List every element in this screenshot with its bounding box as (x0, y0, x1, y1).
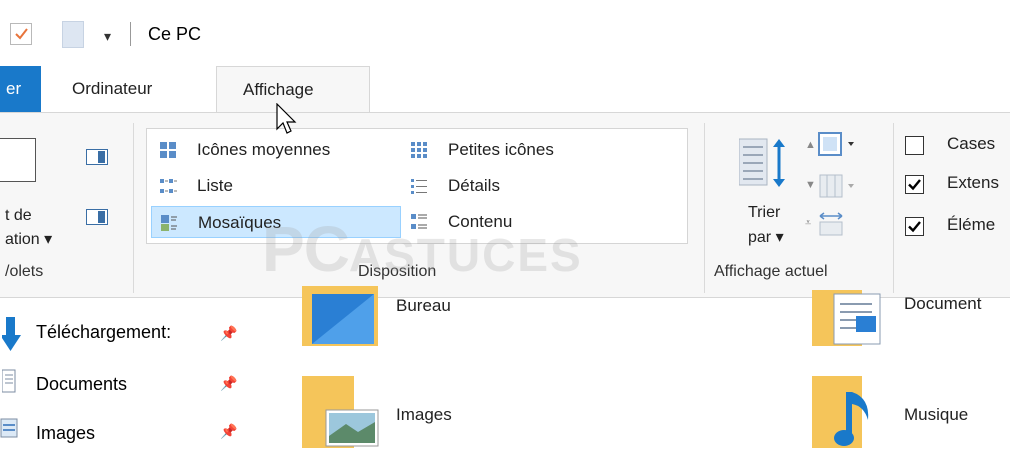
layout-details[interactable]: Détails (402, 170, 652, 202)
nav-item-documents[interactable]: Documents (36, 374, 127, 395)
list-icon (160, 179, 177, 193)
documents-folder-icon (812, 290, 881, 346)
file-explorer-window: ▾ Ce PC er Ordinateur Affichage t de ati… (0, 0, 1010, 452)
details-icon (411, 179, 427, 194)
quick-access-dropdown[interactable]: ▾ (104, 29, 111, 43)
checkbox-cases-label[interactable]: Cases (947, 134, 995, 154)
window-title: Ce PC (148, 24, 202, 44)
nav-item-images[interactable]: Images (36, 423, 95, 444)
sort-by-icon[interactable] (739, 137, 791, 189)
group-label-current-view: Affichage actuel (714, 263, 828, 280)
preview-pane-icon[interactable] (86, 149, 108, 165)
group-divider (893, 123, 894, 293)
layout-list-label: Liste (197, 176, 233, 195)
document-icon (2, 369, 16, 393)
size-columns-icon[interactable] (818, 211, 848, 237)
group-label-volets: /olets (5, 263, 44, 280)
folder-documents-label: Document (904, 294, 982, 313)
group-by-icon[interactable] (818, 131, 860, 157)
sort-by-dropdown[interactable]: par ▾ (748, 227, 784, 247)
desktop-folder-icon (302, 286, 378, 346)
checkbox-hidden-items[interactable] (905, 217, 924, 236)
folder-desktop-label: Bureau (396, 296, 451, 315)
check-mark-icon (908, 221, 921, 233)
pin-icon[interactable]: 📌 (220, 325, 237, 342)
pictures-folder-icon (302, 376, 379, 448)
layout-small-icons-label: Petites icônes (448, 140, 554, 159)
tiles-icon (161, 215, 177, 231)
gallery-expand-icon[interactable]: ⩡ (805, 217, 811, 230)
gallery-scroll-down-icon[interactable]: ▼ (805, 179, 816, 191)
nav-item-downloads[interactable]: Téléchargement: (36, 322, 171, 343)
layout-small-icons[interactable]: Petites icônes (402, 134, 652, 166)
mouse-cursor-icon (276, 103, 297, 134)
medium-icons-icon (160, 142, 176, 158)
quick-access-properties-icon[interactable] (10, 23, 32, 45)
pin-icon[interactable]: 📌 (220, 423, 237, 440)
folder-pictures-label: Images (396, 405, 452, 424)
images-icon (0, 418, 18, 438)
checkbox-cases[interactable] (905, 136, 924, 155)
navigation-pane-icon[interactable] (0, 138, 36, 182)
tab-file[interactable]: er (0, 66, 41, 112)
quick-access-new-folder-icon[interactable] (62, 21, 84, 48)
checkbox-extensions-label[interactable]: Extens (947, 173, 999, 193)
navigation-pane-dropdown[interactable]: ation ▾ (5, 229, 52, 249)
checkbox-extensions[interactable] (905, 175, 924, 194)
layout-medium-icons-label: Icônes moyennes (197, 140, 331, 159)
sort-by-label[interactable]: Trier (748, 204, 780, 222)
small-icons-icon (411, 142, 427, 158)
watermark-logo: PCASTUCES (262, 213, 583, 285)
add-columns-icon[interactable] (818, 171, 860, 199)
title-separator (130, 22, 131, 46)
tab-ordinateur[interactable]: Ordinateur (72, 66, 152, 112)
check-mark-icon (908, 179, 921, 191)
group-divider (133, 123, 134, 293)
layout-details-label: Détails (448, 176, 500, 195)
download-arrow-icon (2, 317, 21, 351)
details-pane-icon[interactable] (86, 209, 108, 225)
title-bar: ▾ Ce PC (0, 0, 1010, 62)
group-divider (704, 123, 705, 293)
folder-music-label: Musique (904, 405, 969, 424)
gallery-scroll-up-icon[interactable]: ▲ (805, 139, 816, 151)
navigation-pane-label[interactable]: t de (5, 207, 32, 225)
music-folder-icon (812, 376, 869, 448)
pin-icon[interactable]: 📌 (220, 375, 237, 392)
layout-list[interactable]: Liste (151, 170, 401, 202)
checkbox-hidden-items-label[interactable]: Éléme (947, 215, 995, 235)
